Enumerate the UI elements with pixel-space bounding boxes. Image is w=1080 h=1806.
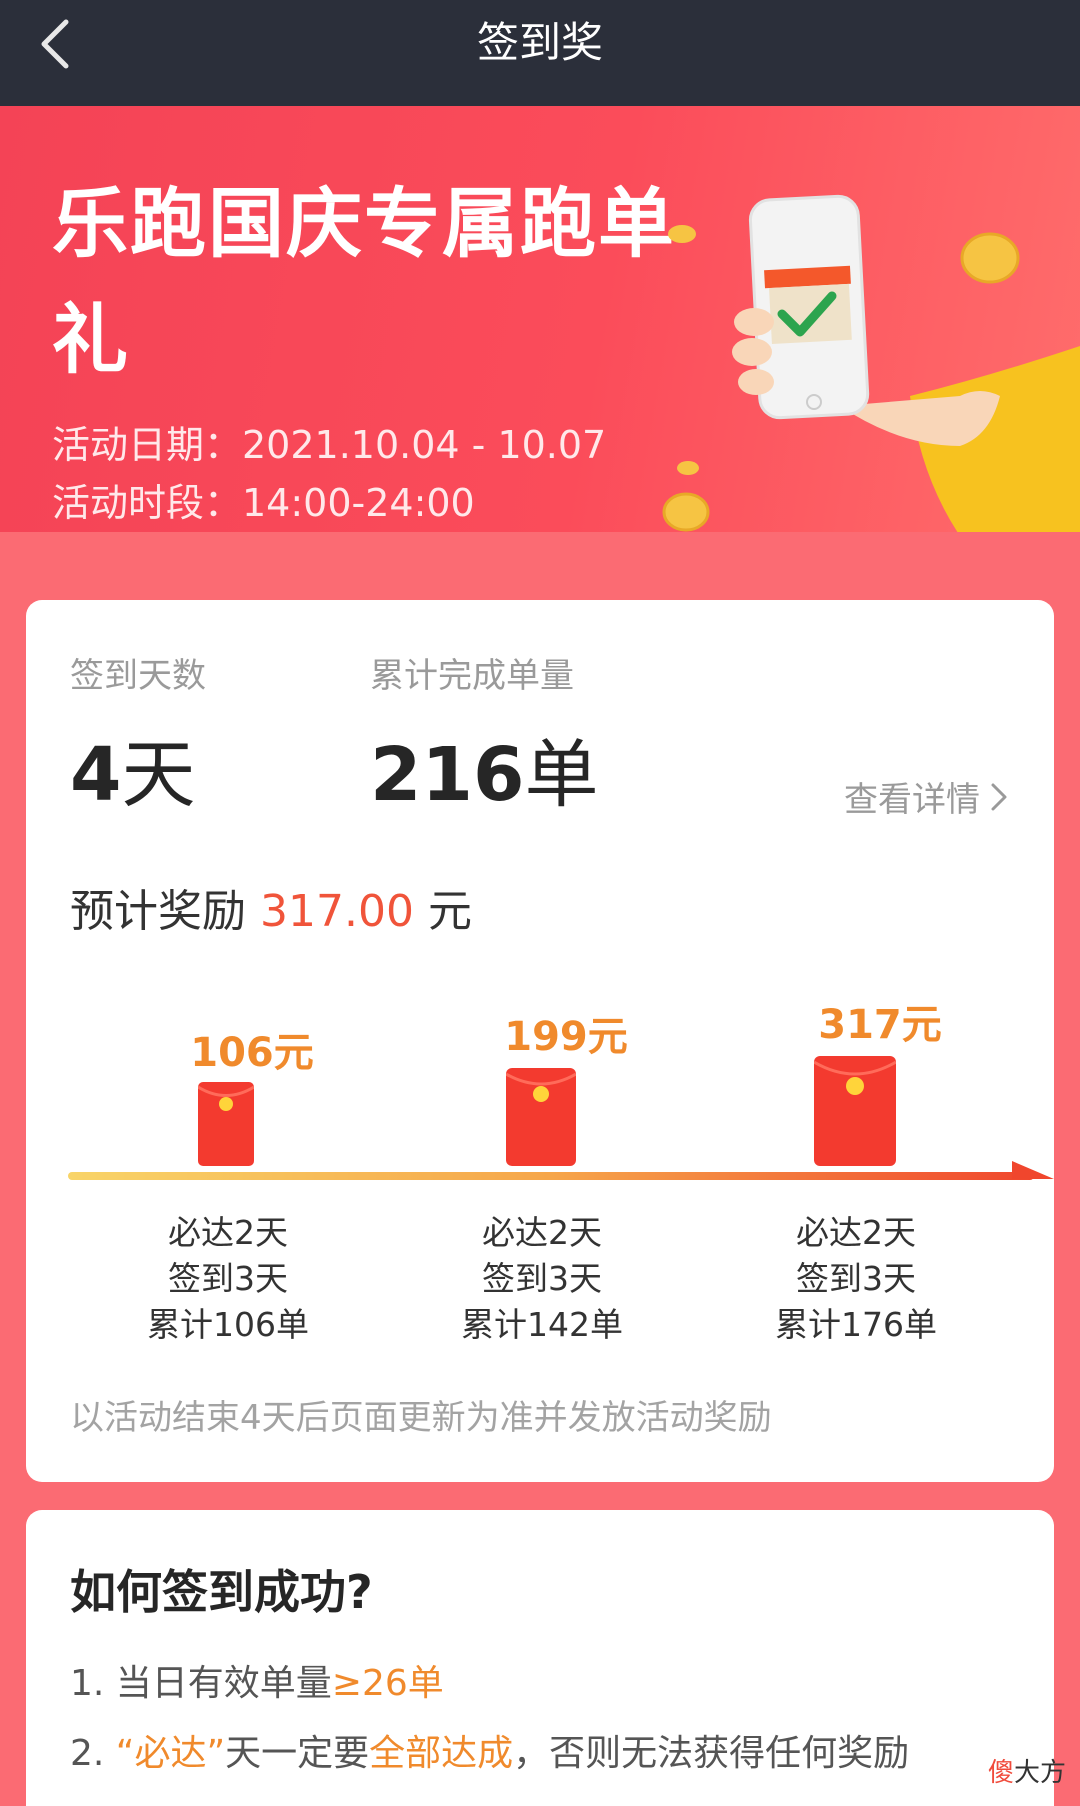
rule-1-text: 1. 当日有效单量 — [70, 1663, 332, 1704]
activity-banner: 乐跑国庆专属跑单礼 活动日期：2021.10.04 - 10.07 活动时段：1… — [0, 106, 1080, 532]
milestone-3-line1: 必达2天 — [796, 1213, 916, 1252]
watermark-first: 傻 — [987, 1758, 1014, 1788]
view-details-link[interactable]: 查看详情 — [844, 772, 1008, 821]
total-orders-unit: 单 — [524, 732, 599, 818]
total-orders-value: 216单 — [370, 730, 598, 820]
expected-reward-unit: 元 — [427, 886, 472, 937]
milestone-2-line2: 签到3天 — [482, 1259, 602, 1298]
page-title: 签到奖 — [476, 18, 603, 67]
checkin-rules-card: 如何签到成功? 1. 当日有效单量≥26单 2. “必达”天一定要全部达成，否则… — [26, 1510, 1054, 1806]
total-orders-number: 216 — [370, 732, 525, 818]
checkin-days-label: 签到天数 — [70, 656, 206, 696]
timeline-arrow-icon — [1012, 1161, 1054, 1179]
rules-title: 如何签到成功? — [70, 1565, 373, 1619]
milestone-2-condition: 必达2天 签到3天 累计142单 — [422, 1210, 662, 1348]
view-details-label: 查看详情 — [844, 780, 980, 820]
progress-card: 签到天数 累计完成单量 4天 216单 查看详情 预计奖励 317.00 元 1… — [26, 600, 1054, 1482]
phone-in-hand-illustration — [662, 194, 1080, 532]
total-orders-label: 累计完成单量 — [370, 656, 574, 696]
milestone-2-line1: 必达2天 — [482, 1213, 602, 1252]
top-bar: 签到奖 — [0, 0, 1080, 106]
checkin-days-unit: 天 — [121, 732, 196, 818]
red-envelope-icon — [198, 1082, 254, 1166]
milestone-1-condition: 必达2天 签到3天 累计106单 — [108, 1210, 348, 1348]
milestone-3-amount: 317元 — [818, 1002, 942, 1048]
expected-reward: 预计奖励 317.00 元 — [70, 882, 472, 942]
milestone-2-amount: 199元 — [504, 1014, 628, 1060]
rule-2-highlight-1: “必达” — [115, 1733, 226, 1774]
red-envelope-icon — [814, 1056, 896, 1166]
milestone-1-amount: 106元 — [190, 1030, 314, 1076]
rule-1: 1. 当日有效单量≥26单 — [70, 1654, 444, 1706]
activity-date: 活动日期：2021.10.04 - 10.07 — [52, 423, 607, 467]
milestone-3-condition: 必达2天 签到3天 累计176单 — [736, 1210, 976, 1348]
red-envelope-icon — [506, 1068, 576, 1166]
checkin-days-value: 4天 — [70, 730, 196, 820]
rule-2-text-end: ，否则无法获得任何奖励 — [513, 1733, 910, 1774]
progress-timeline — [68, 1172, 1034, 1180]
chevron-right-icon — [991, 783, 1007, 810]
rule-1-highlight: ≥26单 — [331, 1663, 444, 1704]
expected-reward-amount: 317.00 — [260, 886, 414, 937]
rule-2-number: 2. — [70, 1733, 116, 1774]
checkin-days-number: 4 — [70, 732, 122, 818]
milestone-2-line3: 累计142单 — [461, 1305, 623, 1344]
rule-2: 2. “必达”天一定要全部达成，否则无法获得任何奖励 — [70, 1724, 909, 1776]
milestone-3-line2: 签到3天 — [796, 1259, 916, 1298]
milestone-3-line3: 累计176单 — [775, 1305, 937, 1344]
banner-title: 乐跑国庆专属跑单礼 — [52, 179, 676, 384]
reward-footnote: 以活动结束4天后页面更新为准并发放活动奖励 — [70, 1398, 772, 1438]
rule-2-highlight-2: 全部达成 — [369, 1733, 514, 1774]
rule-2-text-mid: 天一定要 — [225, 1733, 370, 1774]
milestone-1-line2: 签到3天 — [168, 1259, 288, 1298]
watermark-rest: 大方 — [1013, 1758, 1066, 1788]
milestone-1-line1: 必达2天 — [168, 1213, 288, 1252]
watermark: 傻大方 — [988, 1752, 1066, 1789]
expected-reward-label: 预计奖励 — [70, 886, 246, 937]
activity-time: 活动时段：14:00-24:00 — [52, 481, 475, 525]
milestone-1-line3: 累计106单 — [147, 1305, 309, 1344]
